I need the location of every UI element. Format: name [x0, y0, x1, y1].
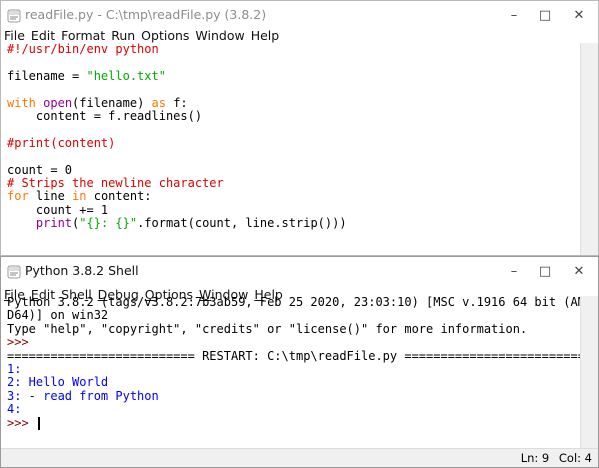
shell-token: D64)] on win32	[7, 308, 109, 323]
shell-title: Python 3.8.2 Shell	[25, 263, 139, 278]
code-token: line	[28, 189, 73, 204]
python-icon	[7, 9, 21, 23]
shell-output-area[interactable]: Python 3.8.2 (tags/v3.8.2:7b3ab59, Feb 2…	[1, 295, 592, 430]
code-token: "hello.txt"	[86, 68, 166, 83]
code-token: "{}: {}"	[79, 216, 138, 231]
code-token: for	[7, 189, 29, 204]
shell-token: 4:	[7, 402, 22, 417]
python-icon	[7, 265, 21, 279]
editor-titlebar[interactable]: readFile.py - C:\tmp\readFile.py (3.8.2)…	[1, 1, 598, 30]
menu-run[interactable]: Run	[111, 29, 135, 42]
shell-line: >>>	[7, 415, 580, 430]
code-line: filename = "hello.txt"	[7, 68, 580, 83]
code-token: count += 1	[7, 202, 109, 217]
code-line: count += 1	[7, 202, 580, 217]
code-token: content:	[86, 189, 152, 204]
editor-title: readFile.py - C:\tmp\readFile.py (3.8.2)	[25, 7, 267, 22]
text-cursor	[37, 416, 40, 430]
editor-scrollbar[interactable]	[580, 43, 598, 255]
code-line: # Strips the newline character	[7, 176, 580, 191]
code-token: with	[7, 95, 36, 110]
menu-format[interactable]: Format	[61, 29, 105, 42]
shell-token: >>>	[7, 335, 36, 350]
shell-token: ========================== RESTART: C:\t…	[7, 348, 593, 363]
code-token: as	[151, 95, 166, 110]
code-line: count = 0	[7, 162, 580, 177]
minimize-icon[interactable]: –	[497, 1, 531, 30]
code-line: with open(filename) as f:	[7, 95, 580, 110]
menu-file[interactable]: File	[4, 29, 25, 42]
shell-line: D64)] on win32	[7, 309, 580, 322]
shell-scrollbar[interactable]	[580, 296, 598, 449]
menu-options[interactable]: Options	[141, 29, 189, 42]
shell-line: Python 3.8.2 (tags/v3.8.2:7b3ab59, Feb 2…	[7, 295, 585, 309]
editor-code-area[interactable]: #!/usr/bin/env python filename = "hello.…	[1, 42, 580, 231]
close-icon[interactable]: ✕	[562, 1, 596, 30]
shell-token: >>>	[7, 415, 36, 430]
code-token: .format(count, line.strip()))	[137, 216, 347, 231]
code-token: (filename)	[72, 95, 152, 110]
shell-token: 3: - read from Python	[7, 388, 159, 403]
code-token: #!/usr/bin/env python	[7, 42, 159, 56]
shell-line: Type "help", "copyright", "credits" or "…	[7, 321, 580, 336]
code-token: count = 0	[7, 162, 73, 177]
shell-line: 3: - read from Python	[7, 388, 580, 403]
code-line: #print(content)	[7, 135, 580, 150]
shell-line: 4:	[7, 403, 580, 416]
shell-token: Python 3.8.2 (tags/v3.8.2:7b3ab59, Feb 2…	[7, 295, 585, 309]
code-line: for line in content:	[7, 190, 580, 203]
menu-window[interactable]: Window	[195, 29, 244, 42]
shell-token: 1:	[7, 362, 22, 377]
shell-titlebar[interactable]: Python 3.8.2 Shell – □ ✕	[1, 257, 598, 286]
code-token: #print(content)	[7, 135, 116, 150]
code-token: in	[72, 189, 87, 204]
menu-help[interactable]: Help	[251, 29, 280, 42]
shell-line: 1:	[7, 362, 580, 377]
shell-token: Type "help", "copyright", "credits" or "…	[7, 321, 528, 336]
shell-line: 2: Hello World	[7, 376, 580, 389]
maximize-icon[interactable]: □	[528, 1, 562, 30]
column-number: Col: 4	[558, 451, 592, 465]
shell-token: 2: Hello World	[7, 375, 109, 390]
code-token: print	[35, 216, 73, 231]
code-line: #!/usr/bin/env python	[7, 42, 580, 56]
code-token: open	[43, 95, 73, 110]
shell-window: Python 3.8.2 Shell – □ ✕ File Edit Shell De…	[0, 256, 599, 468]
line-number: Ln: 9	[520, 451, 550, 465]
minimize-icon[interactable]: –	[497, 257, 531, 286]
editor-window: readFile.py - C:\tmp\readFile.py (3.8.2)…	[0, 0, 599, 256]
code-token: filename =	[7, 68, 87, 83]
code-token: content = f.readlines()	[7, 109, 203, 124]
menu-edit[interactable]: Edit	[31, 29, 55, 42]
shell-line: ========================== RESTART: C:\t…	[7, 349, 592, 363]
code-token: f:	[165, 95, 188, 110]
status-bar: Ln: 9 Col: 4	[1, 448, 598, 467]
close-icon[interactable]: ✕	[562, 257, 596, 286]
code-token: # Strips the newline character	[7, 176, 224, 191]
code-line: print("{}: {}".format(count, line.strip(…	[7, 217, 580, 230]
maximize-icon[interactable]: □	[528, 257, 562, 286]
shell-line: >>>	[7, 336, 580, 349]
code-line: content = f.readlines()	[7, 109, 580, 124]
